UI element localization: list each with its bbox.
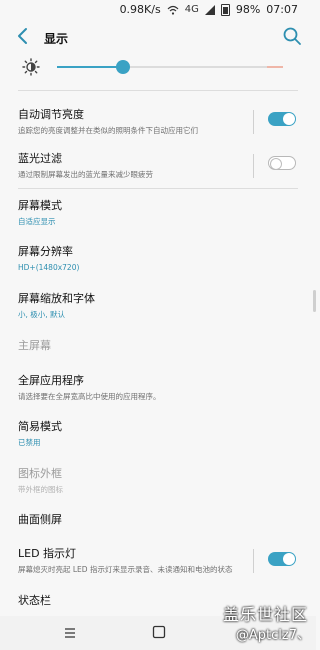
setting-subtitle: 通过限制屏幕发出的蓝光量来减少眼疲劳 [18,170,153,179]
setting-screen-resolution[interactable]: 屏幕分辨率 HD+(1480x720) [18,245,298,273]
setting-value: HD+(1480x720) [18,263,80,272]
setting-title: 简易模式 [18,420,62,433]
setting-easy-mode[interactable]: 简易模式 已禁用 [18,420,298,448]
brightness-icon [22,58,40,76]
setting-subtitle: 追踪您的亮度调整并在类似的照明条件下自动应用它们 [18,126,198,135]
page-title: 显示 [44,32,69,46]
setting-edge-screen[interactable]: 曲面侧屏 [18,513,298,527]
setting-blue-light-filter[interactable]: 蓝光过滤 通过限制屏幕发出的蓝光量来减少眼疲劳 [18,152,298,180]
setting-title: 主屏幕 [18,339,51,352]
setting-led-indicator[interactable]: LED 指示灯 屏幕熄灭时亮起 LED 指示灯来显示录音、未读通知和电池的状态 [18,547,298,575]
watermark-user: @Aptclz7、 [235,628,310,643]
setting-subtitle: 屏幕熄灭时亮起 LED 指示灯来显示录音、未读通知和电池的状态 [18,565,233,574]
brightness-fill [57,66,123,68]
setting-auto-brightness[interactable]: 自动调节亮度 追踪您的亮度调整并在类似的照明条件下自动应用它们 [18,108,298,136]
brightness-row [0,56,316,82]
wifi-icon [167,5,179,15]
setting-value: 自适应显示 [18,217,56,226]
setting-title: 屏幕分辨率 [18,245,73,258]
setting-value: 已禁用 [18,438,41,447]
setting-subtitle: 带外框的图标 [18,485,63,494]
toggle-knob [283,113,295,125]
setting-title: 全屏应用程序 [18,374,84,387]
header: 显示 [0,20,316,56]
vertical-divider [253,110,254,134]
setting-title: 曲面侧屏 [18,513,62,526]
setting-title: 自动调节亮度 [18,108,84,121]
battery-percent: 98% [235,3,261,16]
setting-icon-frames: 图标外框 带外框的图标 [18,467,298,495]
search-icon[interactable] [282,26,302,46]
clock: 07:07 [266,3,298,16]
brightness-high-marker [267,66,283,68]
divider [18,188,298,189]
setting-title: LED 指示灯 [18,547,77,560]
setting-title: 屏幕缩放和字体 [18,292,95,305]
setting-title: 图标外框 [18,467,62,480]
setting-title: 屏幕模式 [18,199,62,212]
battery-icon [220,3,230,16]
setting-value: 小, 极小, 默认 [18,310,66,319]
setting-home-screen: 主屏幕 [18,339,298,353]
toggle-knob [270,158,282,170]
brightness-slider[interactable] [57,60,283,74]
nav-recents-icon[interactable] [62,625,78,641]
blue-light-toggle[interactable] [268,156,296,170]
vertical-divider [253,549,254,573]
divider [18,90,298,91]
setting-title: 蓝光过滤 [18,152,62,165]
setting-subtitle: 请选择要在全屏宽高比中使用的应用程序。 [18,392,161,401]
setting-fullscreen-apps[interactable]: 全屏应用程序 请选择要在全屏宽高比中使用的应用程序。 [18,374,298,402]
brightness-knob[interactable] [115,60,130,74]
scrollbar[interactable] [313,290,316,312]
status-right: 0.98K/s 4G 98% 07:07 [120,3,298,16]
setting-zoom-and-font[interactable]: 屏幕缩放和字体 小, 极小, 默认 [18,292,298,320]
led-indicator-toggle[interactable] [268,552,296,566]
status-bar: 0.98K/s 4G 98% 07:07 [0,0,316,20]
back-arrow-icon[interactable] [14,26,32,46]
network-speed: 0.98K/s [119,3,161,16]
toggle-knob [283,553,295,565]
network-type: 4G [184,4,199,15]
nav-home-icon[interactable] [152,625,166,639]
setting-screen-mode[interactable]: 屏幕模式 自适应显示 [18,199,298,227]
auto-brightness-toggle[interactable] [268,112,296,126]
vertical-divider [253,154,254,178]
signal-icon [204,4,215,15]
watermark-title: 盖乐世社区 [222,605,308,624]
